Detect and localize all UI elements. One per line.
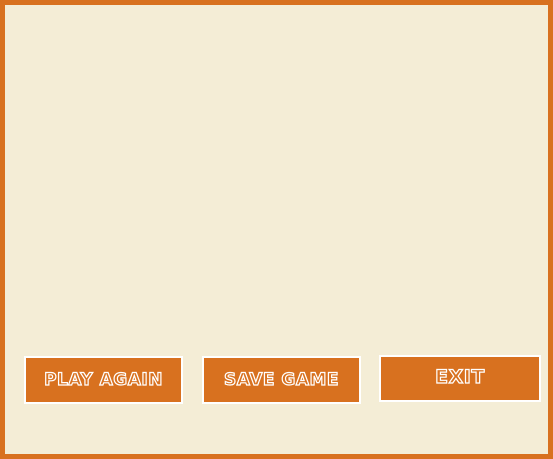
exit-button[interactable]: Exit xyxy=(379,355,541,402)
play-again-button[interactable]: Play Again xyxy=(24,356,183,404)
exit-label: Exit xyxy=(435,365,485,388)
save-game-label: Save Game xyxy=(223,369,340,390)
play-again-label: Play Again xyxy=(43,369,163,390)
save-game-button[interactable]: Save Game xyxy=(202,356,361,404)
game-over-panel: Play Again Save Game Exit xyxy=(0,0,553,459)
